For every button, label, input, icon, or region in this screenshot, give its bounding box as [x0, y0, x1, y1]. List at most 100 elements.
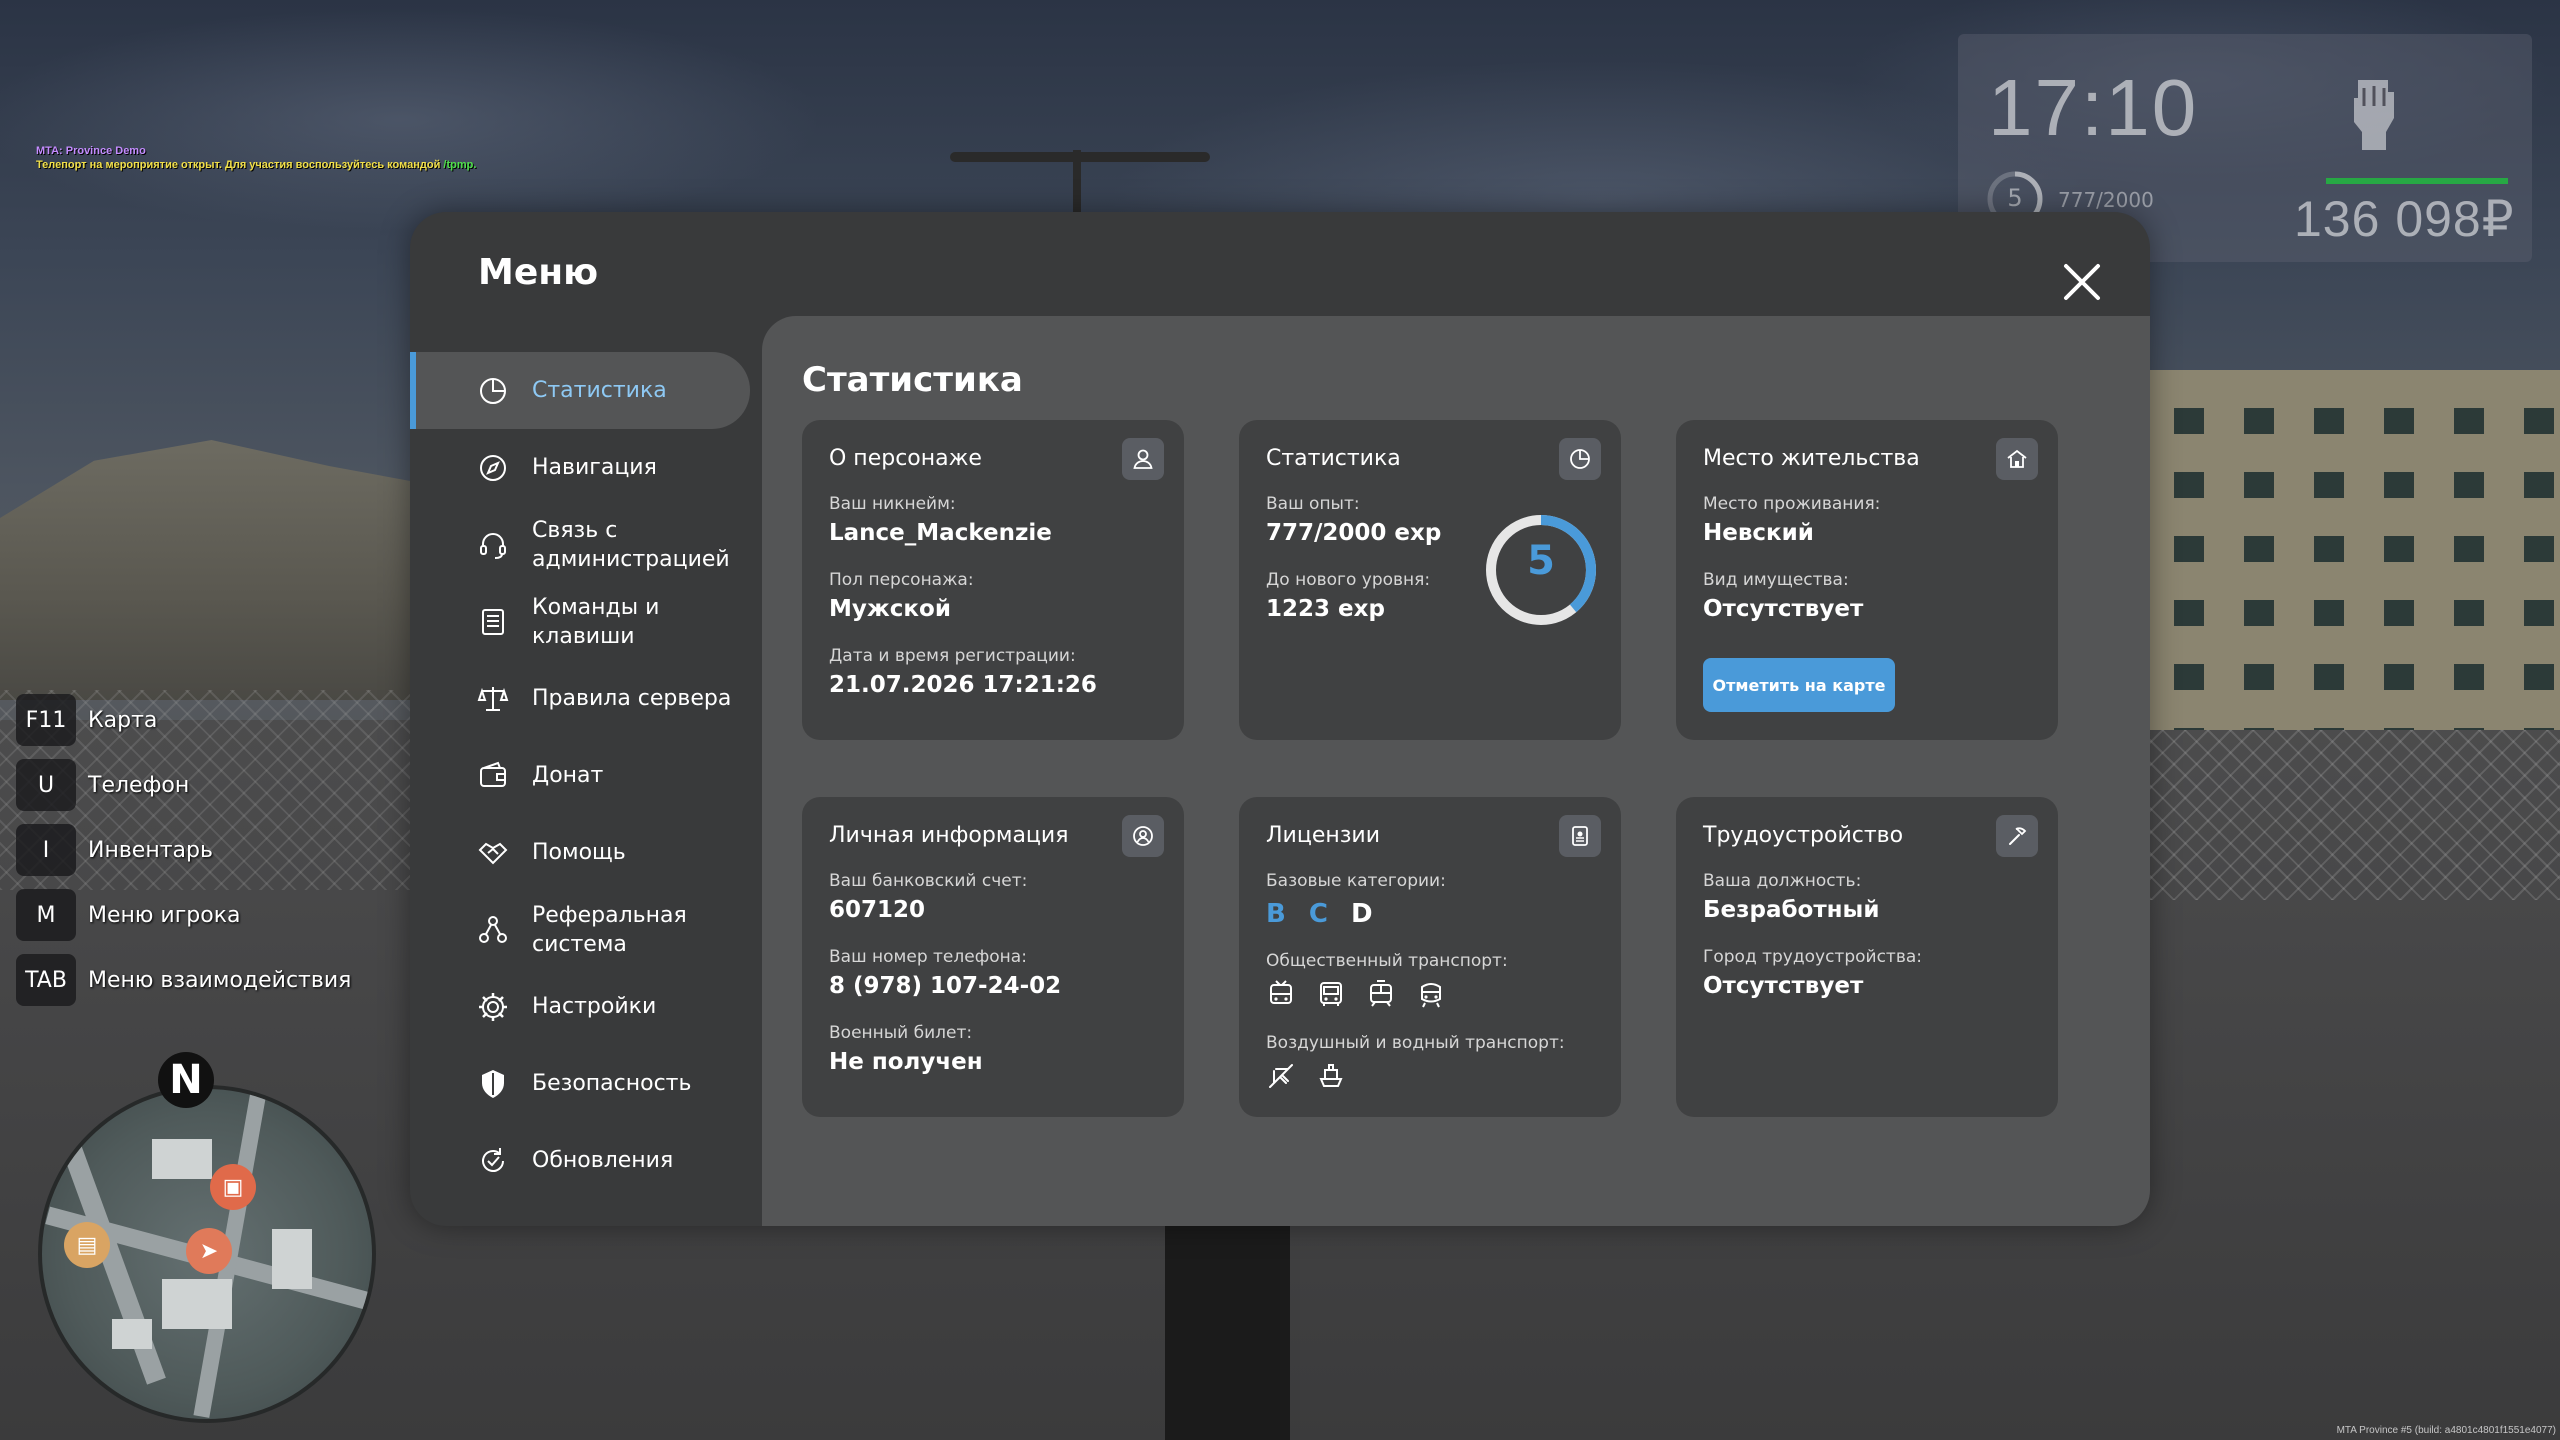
residence-card: Место жительства Место проживания: Невск… — [1676, 420, 2058, 740]
property-value: Отсутствует — [1703, 596, 1864, 622]
gender-label: Пол персонажа: — [829, 570, 974, 590]
main-menu: Меню Статистика О персонаже Ваш никнейм:… — [410, 212, 2150, 1226]
card-title: Лицензии — [1266, 823, 1381, 848]
street-lamp-pole — [1073, 150, 1081, 220]
keybind-row: U Телефон — [16, 757, 351, 813]
public-transport-icons — [1266, 979, 1446, 1009]
referral-icon — [479, 915, 507, 943]
card-title: Статистика — [1266, 446, 1401, 471]
keybind-row: F11 Карта — [16, 692, 351, 748]
map-block — [112, 1319, 152, 1349]
nickname-label: Ваш никнейм: — [829, 494, 956, 514]
sidebar-item-navigation[interactable]: Навигация — [410, 429, 750, 506]
bank-value: 607120 — [829, 897, 926, 923]
build-info: MTA Province #5 (build: a4801c4801f1551e… — [2336, 1425, 2556, 1436]
mark-on-map-button[interactable]: Отметить на карте — [1703, 658, 1895, 712]
hammer-icon — [1996, 815, 2038, 857]
user-circle-icon — [1122, 815, 1164, 857]
employment-card: Трудоустройство Ваша должность: Безработ… — [1676, 797, 2058, 1117]
category-b: B — [1266, 899, 1286, 929]
air-water-transport-icons — [1266, 1061, 1346, 1091]
sidebar-item-help[interactable]: Помощь — [410, 814, 750, 891]
phone-value: 8 (978) 107-24-02 — [829, 973, 1062, 999]
sidebar-item-label: Помощь — [532, 840, 626, 865]
map-block — [152, 1139, 212, 1179]
statistics-card: Статистика Ваш опыт: 777/2000 exp До нов… — [1239, 420, 1621, 740]
chat-command: /tpmp. — [443, 159, 477, 171]
bus-icon: ▣ — [210, 1164, 256, 1210]
sidebar-item-referral[interactable]: Реферальная система — [410, 891, 750, 968]
sidebar-item-settings[interactable]: Настройки — [410, 968, 750, 1045]
handshake-icon — [478, 842, 508, 864]
map-block — [272, 1229, 312, 1289]
registration-value: 21.07.2026 17:21:26 — [829, 672, 1097, 698]
employment-city-label: Город трудоустройства: — [1703, 947, 1922, 967]
player-marker-icon: ➤ — [186, 1228, 232, 1274]
key-cap: U — [16, 759, 76, 811]
sidebar-item-label: Статистика — [532, 378, 667, 403]
headset-icon — [480, 532, 506, 559]
tram-icon — [1370, 980, 1392, 1007]
sidebar-item-security[interactable]: Безопасность — [410, 1045, 750, 1122]
bus-icon — [1320, 982, 1342, 1006]
level-number: 5 — [1527, 538, 1555, 584]
wallet-icon — [480, 761, 506, 787]
key-cap: M — [16, 889, 76, 941]
close-icon[interactable] — [2056, 256, 2108, 308]
keybind-row: M Меню игрока — [16, 887, 351, 943]
airplane-icon — [1269, 1064, 1293, 1088]
category-c: C — [1308, 899, 1328, 929]
hud-clock: 17:10 — [1988, 63, 2199, 152]
sidebar-item-label: Настройки — [532, 994, 657, 1019]
personal-info-card: Личная информация Ваш банковский счет: 6… — [802, 797, 1184, 1117]
exp-label: Ваш опыт: — [1266, 494, 1360, 514]
chat-text: Телепорт на мероприятие открыт. Для учас… — [36, 159, 444, 171]
sidebar-nav: Статистика Навигация Связь с администрац… — [410, 352, 750, 1199]
public-transport-label: Общественный транспорт: — [1266, 951, 1508, 971]
building — [2150, 370, 2560, 730]
air-water-transport-label: Воздушный и водный транспорт: — [1266, 1033, 1565, 1053]
card-title: Личная информация — [829, 823, 1069, 848]
property-label: Вид имущества: — [1703, 570, 1849, 590]
keybind-row: I Инвентарь — [16, 822, 351, 878]
registration-label: Дата и время регистрации: — [829, 646, 1076, 666]
ship-icon — [1319, 1064, 1343, 1087]
pie-chart-icon — [1559, 438, 1601, 480]
military-value: Не получен — [829, 1049, 983, 1075]
metro-icon — [1421, 983, 1441, 1008]
sidebar-item-label: Донат — [532, 763, 604, 788]
license-categories: B C D — [1266, 899, 1387, 929]
nickname-value: Lance_Mackenzie — [829, 520, 1052, 546]
sidebar-item-admin-contact[interactable]: Связь с администрацией — [410, 506, 750, 583]
sidebar-item-label: Навигация — [532, 455, 657, 480]
shield-icon — [482, 1069, 504, 1098]
next-level-label: До нового уровня: — [1266, 570, 1431, 590]
sidebar-item-updates[interactable]: Обновления — [410, 1122, 750, 1199]
keybind-action: Карта — [88, 707, 158, 733]
sidebar-item-donate[interactable]: Донат — [410, 737, 750, 814]
gender-value: Мужской — [829, 596, 951, 622]
card-title: Трудоустройство — [1703, 823, 1904, 848]
fist-icon — [2354, 80, 2394, 150]
keybind-action: Меню игрока — [88, 902, 241, 928]
position-value: Безработный — [1703, 897, 1880, 923]
compass-icon — [480, 454, 506, 481]
hud-level: 5 — [2007, 184, 2023, 212]
map-block — [162, 1279, 232, 1329]
north-indicator: N — [158, 1052, 214, 1108]
employment-city-value: Отсутствует — [1703, 973, 1864, 999]
keybind-action: Телефон — [88, 772, 190, 798]
refresh-icon — [482, 1147, 504, 1172]
sidebar-item-commands[interactable]: Команды и клавиши — [410, 583, 750, 660]
position-label: Ваша должность: — [1703, 871, 1862, 891]
gear-icon — [479, 992, 507, 1021]
key-cap: F11 — [16, 694, 76, 746]
player-character — [1165, 1225, 1290, 1440]
sidebar-item-statistics[interactable]: Статистика — [410, 352, 750, 429]
menu-title: Меню — [478, 252, 599, 293]
chat-line: Телепорт на мероприятие открыт. Для учас… — [36, 158, 476, 172]
sidebar-item-rules[interactable]: Правила сервера — [410, 660, 750, 737]
trolleybus-icon — [1270, 980, 1292, 1004]
military-label: Военный билет: — [829, 1023, 973, 1043]
hud-exp: 777/2000 — [2058, 188, 2154, 212]
